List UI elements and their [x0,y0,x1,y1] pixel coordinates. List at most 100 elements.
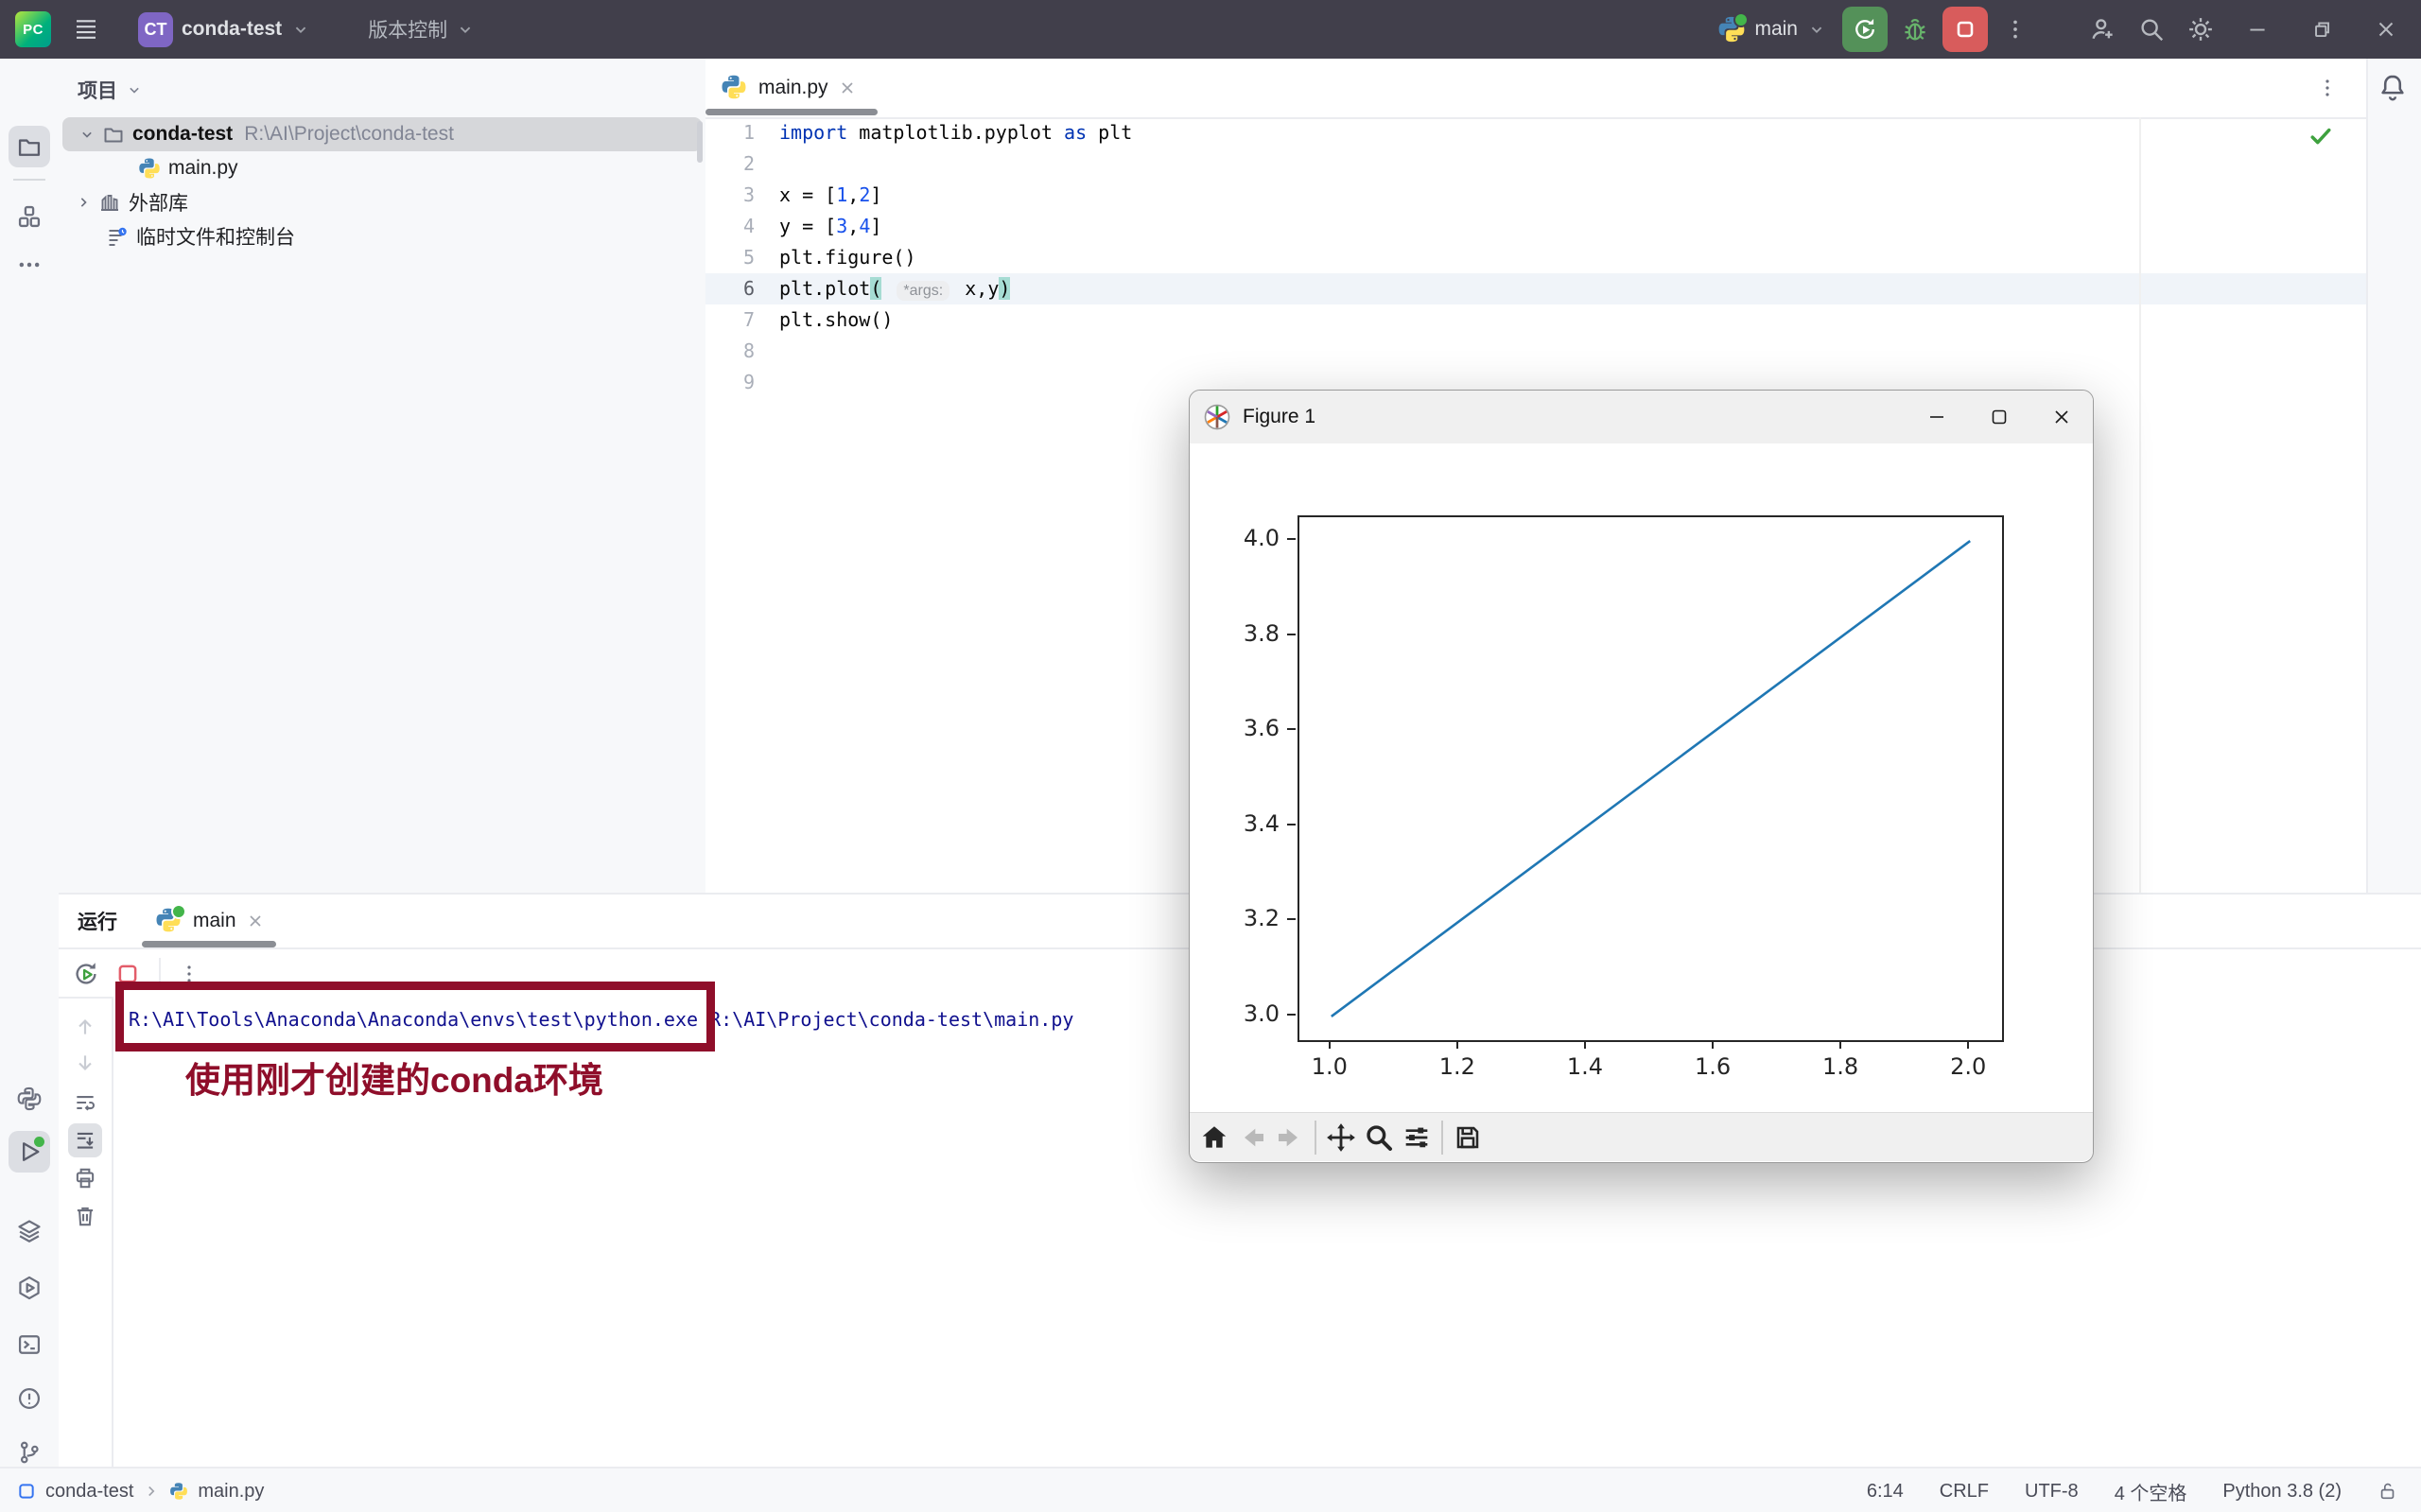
home-button[interactable] [1195,1119,1233,1156]
terminal-toolwindow-button[interactable] [9,1324,50,1365]
code-line[interactable]: 7plt.show() [705,304,2366,336]
breadcrumb-project[interactable]: conda-test [45,1481,133,1503]
add-user-button[interactable] [2081,8,2124,51]
close-icon [2050,406,2073,428]
x-tick-label: 1.0 [1297,1053,1363,1080]
line-separator-widget[interactable]: CRLF [1940,1481,1989,1503]
close-button[interactable] [2357,0,2415,59]
line-number: 9 [705,367,779,398]
subplots-config-button[interactable] [1398,1119,1436,1156]
code-line[interactable]: 2 [705,148,2366,180]
editor-tab-options-button[interactable] [2309,70,2345,106]
project-panel-header[interactable]: 项目 [59,59,705,117]
indent-widget[interactable]: 4 个空格 [2115,1478,2187,1505]
search-button[interactable] [2130,8,2173,51]
back-button[interactable] [1233,1119,1271,1156]
pan-button[interactable] [1322,1119,1360,1156]
code-text: plt.show() [779,304,893,336]
kebab-icon [2316,77,2339,99]
gear-icon [2186,15,2215,43]
project-selector[interactable]: CT conda-test [131,8,319,52]
line-number: 1 [705,117,779,148]
close-tab-icon[interactable] [838,78,857,97]
line-number: 5 [705,242,779,273]
next-occurrence-button[interactable] [68,1046,102,1080]
tree-row-external-libraries[interactable]: 外部库 [59,185,705,219]
code-line[interactable]: 4y = [3,4] [705,211,2366,242]
status-bar: conda-test main.py 6:14 CRLF UTF-8 4 个空格… [0,1467,2421,1512]
tree-row-scratches[interactable]: 临时文件和控制台 [59,219,705,253]
minimize-button[interactable] [2228,0,2287,59]
titlebar-left: PC CT conda-test 版本控制 [0,8,483,52]
unlock-icon[interactable] [2377,1481,2398,1502]
encoding-widget[interactable]: UTF-8 [2025,1481,2079,1503]
structure-toolwindow-button[interactable] [9,196,50,237]
maximize-button[interactable] [1968,391,2030,443]
project-scrollbar-thumb[interactable] [697,121,703,163]
stop-button[interactable] [1942,7,1988,52]
toolbar-separator [1441,1121,1443,1155]
python-icon [155,907,183,935]
prev-occurrence-button[interactable] [68,1010,102,1044]
figure-window: Figure 1 1.01.21.41.61.82.03.03.23.43.63… [1189,390,2094,1163]
scroll-to-end-button[interactable] [68,1123,102,1157]
tree-row-project-root[interactable]: conda-test R:\AI\Project\conda-test [62,117,702,151]
code-line[interactable]: 5plt.figure() [705,242,2366,273]
rerun-button[interactable] [1842,7,1888,52]
notifications-button[interactable] [2377,72,2409,104]
vcs-selector[interactable]: 版本控制 [360,10,483,48]
tree-row-main-py[interactable]: main.py [59,151,705,185]
problems-toolwindow-button[interactable] [9,1378,50,1419]
forward-button[interactable] [1271,1119,1309,1156]
caret-position-widget[interactable]: 6:14 [1867,1481,1904,1503]
code-line[interactable]: 6plt.plot( *args: x,y) [705,273,2366,304]
annotation-text: 使用刚才创建的conda环境 [185,1051,603,1103]
minimize-button[interactable] [1906,391,1968,443]
project-toolwindow-button[interactable] [9,126,50,167]
zoom-button[interactable] [1360,1119,1398,1156]
python-console-toolwindow-button[interactable] [9,1267,50,1309]
close-button[interactable] [2030,391,2093,443]
python-packages-toolwindow-button[interactable] [9,1078,50,1120]
code-line[interactable]: 8 [705,336,2366,367]
debug-button[interactable] [1893,8,1937,51]
close-tab-icon[interactable] [246,912,265,930]
tab-label: main.py [758,77,828,99]
restore-button[interactable] [2292,0,2351,59]
main-menu-button[interactable] [64,8,108,51]
y-tick [1287,538,1296,540]
matplotlib-icon [1203,403,1231,431]
code-text: plt.figure() [779,242,916,273]
clear-all-button[interactable] [68,1199,102,1233]
more-toolwindows-button[interactable] [9,244,50,286]
figure-titlebar[interactable]: Figure 1 [1190,391,2093,443]
save-button[interactable] [1449,1119,1487,1156]
soft-wrap-button[interactable] [68,1086,102,1120]
folder-icon [16,133,43,160]
chevron-right-icon[interactable] [74,193,93,212]
services-toolwindow-button[interactable] [9,1210,50,1252]
tab-active-indicator [705,109,878,115]
editor-tab-bar: main.py [705,59,2366,119]
chevron-down-icon[interactable] [78,125,96,144]
code-line[interactable]: 1import matplotlib.pyplot as plt [705,117,2366,148]
code-line[interactable]: 3x = [1,2] [705,180,2366,211]
rerun-button[interactable] [72,960,100,988]
figure-window-controls [1906,391,2093,443]
run-toolwindow-button[interactable] [9,1131,50,1173]
hamburger-icon [72,15,100,43]
interpreter-widget[interactable]: Python 3.8 (2) [2222,1481,2342,1503]
print-button[interactable] [68,1161,102,1195]
arrow-down-icon [73,1051,97,1075]
python-outline-icon [16,1086,43,1112]
plot-axes [1298,515,2004,1042]
more-actions-button[interactable] [1994,8,2037,51]
library-icon [98,191,121,214]
run-tab-main[interactable]: main [155,907,265,935]
settings-button[interactable] [2179,8,2222,51]
line-number: 2 [705,148,779,180]
inspections-ok-icon[interactable] [2308,123,2334,149]
run-config-selector[interactable]: main [1708,10,1837,48]
restore-icon [2309,17,2334,42]
breadcrumb-file[interactable]: main.py [198,1481,264,1503]
